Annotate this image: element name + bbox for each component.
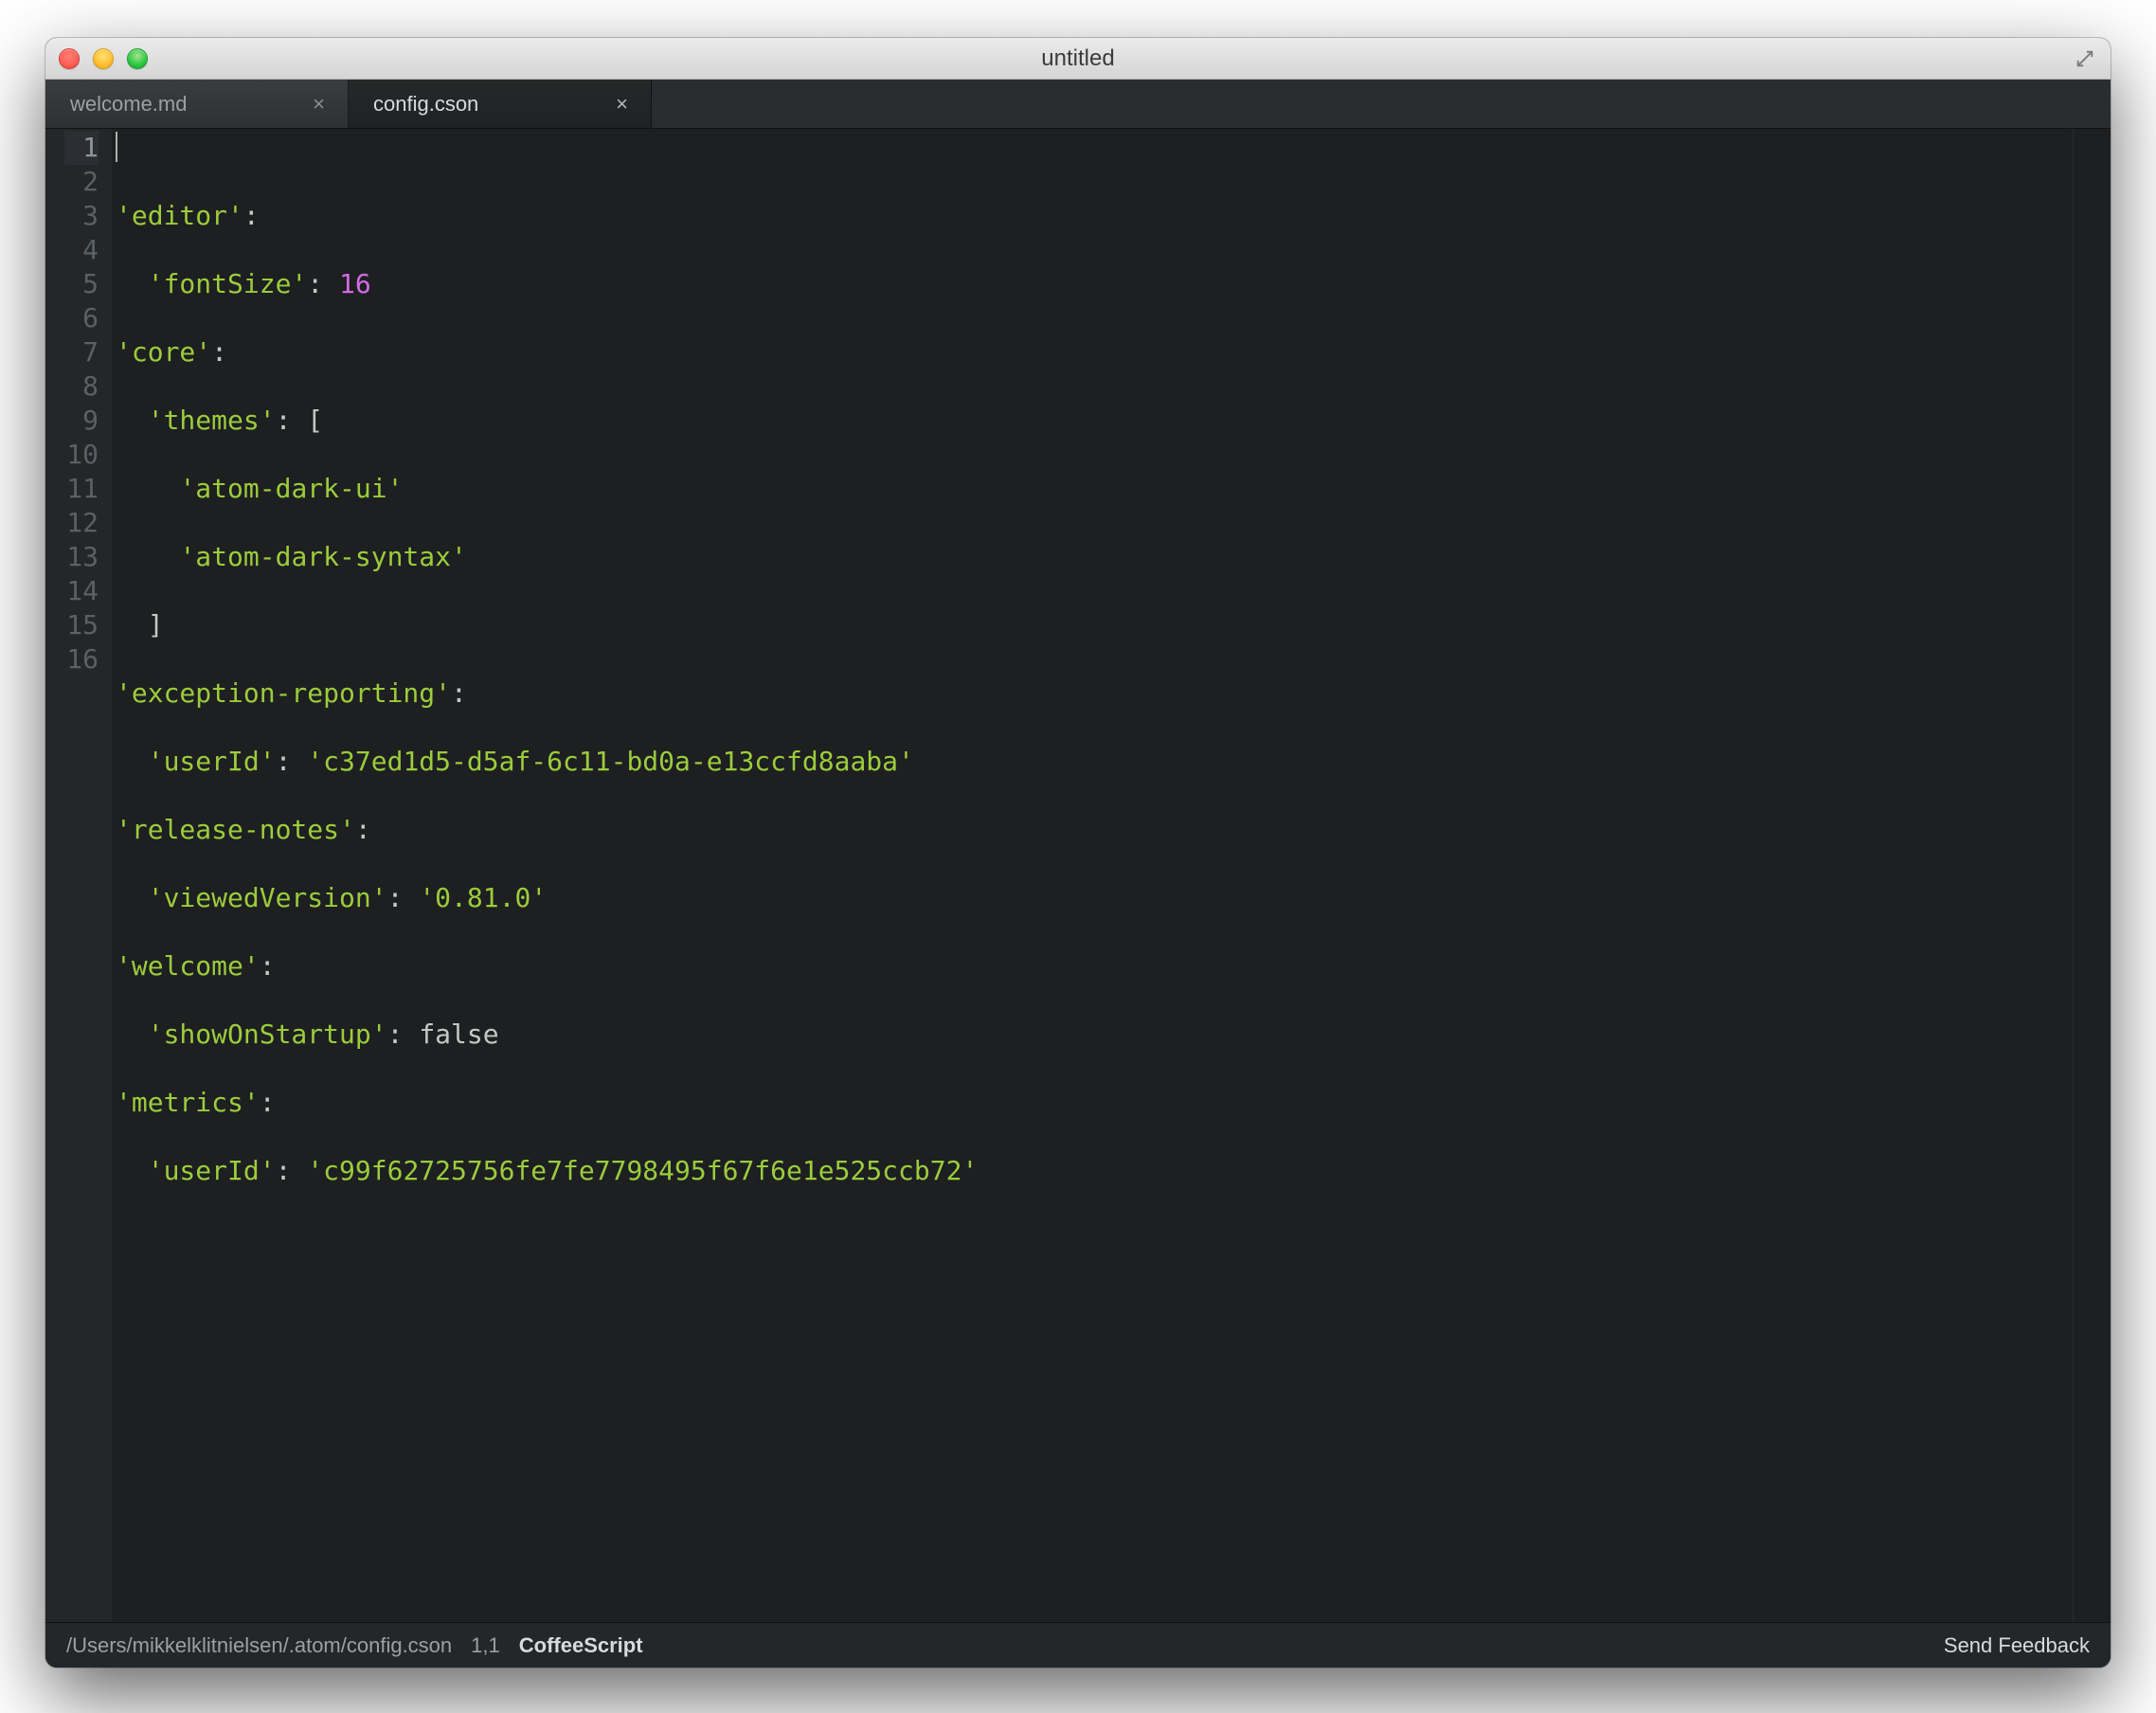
file-path[interactable]: /Users/mikkelklitnielsen/.atom/config.cs…	[66, 1633, 452, 1658]
line-number: 10	[64, 438, 99, 472]
editor-window: untitled welcome.md × config.cson × 1 2 …	[45, 38, 2111, 1668]
code-line: 'release-notes':	[116, 813, 2073, 847]
editor-area[interactable]: 1 2 3 4 5 6 7 8 9 10 11 12 13 14 15 16 '…	[45, 129, 2111, 1622]
line-number: 6	[64, 301, 99, 335]
status-bar: /Users/mikkelklitnielsen/.atom/config.cs…	[45, 1622, 2111, 1668]
code-line: 'showOnStartup': false	[116, 1018, 2073, 1052]
tab-label: welcome.md	[70, 92, 187, 117]
line-number: 7	[64, 335, 99, 370]
line-number: 14	[64, 574, 99, 608]
code-line: 'core':	[116, 335, 2073, 370]
line-number: 12	[64, 506, 99, 540]
line-number: 2	[64, 165, 99, 199]
code-line: 'userId': 'c37ed1d5-d5af-6c11-bd0a-e13cc…	[116, 745, 2073, 779]
tab-welcome[interactable]: welcome.md ×	[45, 80, 349, 128]
text-cursor	[116, 132, 117, 162]
line-number-gutter: 1 2 3 4 5 6 7 8 9 10 11 12 13 14 15 16	[45, 129, 112, 1622]
code-line	[116, 1222, 2073, 1256]
code-line: 'fontSize': 16	[116, 267, 2073, 301]
line-number: 5	[64, 267, 99, 301]
line-number: 9	[64, 404, 99, 438]
code-line: ]	[116, 608, 2073, 642]
code-line: 'editor':	[116, 199, 2073, 233]
line-number: 11	[64, 472, 99, 506]
send-feedback-link[interactable]: Send Feedback	[1944, 1633, 2090, 1658]
tab-bar: welcome.md × config.cson ×	[45, 80, 2111, 129]
tab-label: config.cson	[373, 92, 478, 117]
titlebar[interactable]: untitled	[45, 38, 2111, 80]
line-number: 3	[64, 199, 99, 233]
tab-config[interactable]: config.cson ×	[349, 80, 652, 128]
code-line: 'welcome':	[116, 949, 2073, 983]
code-line: 'atom-dark-ui'	[116, 472, 2073, 506]
line-number: 1	[64, 131, 99, 165]
window-title: untitled	[45, 45, 2111, 72]
close-icon[interactable]: ×	[309, 94, 329, 115]
code-line: 'viewedVersion': '0.81.0'	[116, 881, 2073, 915]
line-number: 15	[64, 608, 99, 642]
line-number: 13	[64, 540, 99, 574]
code-line: 'metrics':	[116, 1086, 2073, 1120]
minimap-gutter	[2073, 129, 2111, 1622]
code-content[interactable]: 'editor': 'fontSize': 16 'core': 'themes…	[112, 129, 2073, 1622]
line-number: 16	[64, 642, 99, 676]
code-line: 'exception-reporting':	[116, 676, 2073, 711]
code-line: 'themes': [	[116, 404, 2073, 438]
close-icon[interactable]: ×	[612, 94, 632, 115]
code-line: 'atom-dark-syntax'	[116, 540, 2073, 574]
cursor-position[interactable]: 1,1	[471, 1633, 500, 1658]
language-mode[interactable]: CoffeeScript	[519, 1633, 643, 1658]
line-number: 8	[64, 370, 99, 404]
line-number: 4	[64, 233, 99, 267]
code-line: 'userId': 'c99f62725756fe7fe7798495f67f6…	[116, 1154, 2073, 1188]
